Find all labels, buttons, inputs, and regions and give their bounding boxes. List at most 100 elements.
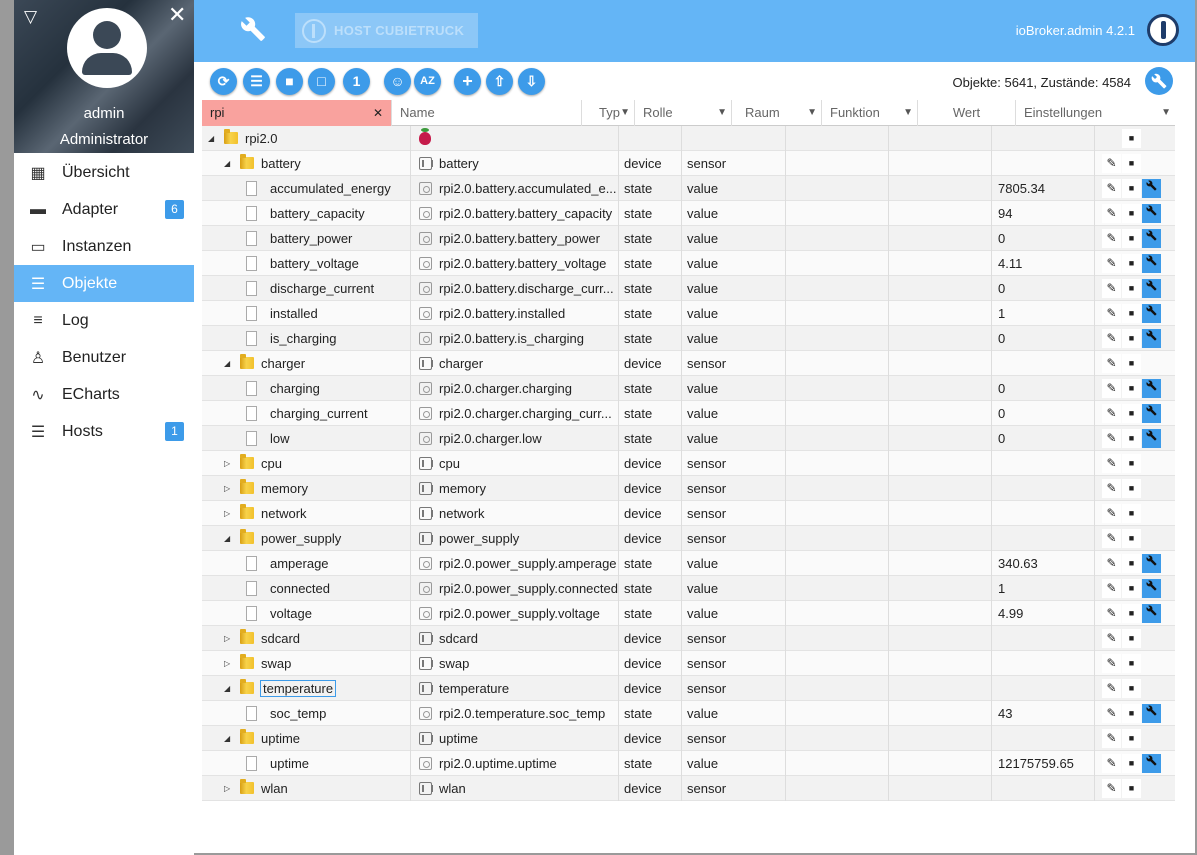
id-filter-input[interactable]: rpi ✕ (202, 100, 392, 126)
table-row[interactable]: ▷ sdcard sdcard device sensor ✎ ■ (202, 626, 1175, 651)
custom-settings-button[interactable] (1142, 379, 1161, 398)
edit-button[interactable]: ✎ (1102, 204, 1121, 223)
expand-icon[interactable]: ▷ (224, 776, 230, 801)
table-row[interactable]: voltage rpi2.0.power_supply.voltage state v… (202, 601, 1175, 626)
expand-icon[interactable]: ▷ (224, 451, 230, 476)
sidebar-item-hosts[interactable]: ☰ Hosts 1 (14, 413, 194, 450)
settings-wrench-button[interactable] (1145, 67, 1173, 95)
table-row[interactable]: ◢ charger charger device sensor ✎ ■ (202, 351, 1175, 376)
edit-button[interactable]: ✎ (1102, 554, 1121, 573)
custom-settings-button[interactable] (1142, 179, 1161, 198)
add-object-button[interactable]: + (454, 68, 481, 95)
edit-button[interactable]: ✎ (1102, 154, 1121, 173)
custom-settings-button[interactable] (1142, 254, 1161, 273)
table-row[interactable]: ◢ rpi2.0 ■ (202, 126, 1175, 151)
delete-button[interactable]: ■ (1122, 229, 1141, 248)
sidebar-item-adapter[interactable]: ▬ Adapter 6 (14, 191, 194, 228)
edit-button[interactable]: ✎ (1102, 579, 1121, 598)
custom-settings-button[interactable] (1142, 304, 1161, 323)
delete-button[interactable]: ■ (1122, 479, 1141, 498)
table-row[interactable]: charging rpi2.0.charger.charging state valu… (202, 376, 1175, 401)
delete-button[interactable]: ■ (1122, 204, 1141, 223)
delete-button[interactable]: ■ (1122, 654, 1141, 673)
delete-button[interactable]: ■ (1122, 629, 1141, 648)
delete-button[interactable]: ■ (1122, 454, 1141, 473)
delete-button[interactable]: ■ (1122, 179, 1141, 198)
custom-settings-button[interactable] (1142, 429, 1161, 448)
delete-button[interactable]: ■ (1122, 529, 1141, 548)
table-row[interactable]: ◢ uptime uptime device sensor ✎ ■ (202, 726, 1175, 751)
edit-button[interactable]: ✎ (1102, 329, 1121, 348)
table-row[interactable]: charging_current rpi2.0.charger.charging_… (202, 401, 1175, 426)
custom-settings-button[interactable] (1142, 404, 1161, 423)
edit-button[interactable]: ✎ (1102, 704, 1121, 723)
delete-button[interactable]: ■ (1122, 129, 1141, 148)
delete-button[interactable]: ■ (1122, 604, 1141, 623)
collapse-icon[interactable]: ◢ (224, 676, 230, 701)
delete-button[interactable]: ■ (1122, 679, 1141, 698)
table-row[interactable]: soc_temp rpi2.0.temperature.soc_temp state… (202, 701, 1175, 726)
menu-toggle-icon[interactable]: ▽ (24, 7, 37, 27)
settings-filter[interactable]: Einstellungen ▼ (1016, 100, 1175, 126)
delete-button[interactable]: ■ (1122, 154, 1141, 173)
table-row[interactable]: ◢ temperature temperature device sensor ✎ ■ (202, 676, 1175, 701)
sidebar-item-übersicht[interactable]: ▦ Übersicht (14, 154, 194, 191)
close-icon[interactable]: ✕ (168, 2, 186, 28)
edit-button[interactable]: ✎ (1102, 354, 1121, 373)
table-row[interactable]: ▷ wlan wlan device sensor ✎ ■ (202, 776, 1175, 801)
expert-mode-button[interactable]: ☺ (384, 68, 411, 95)
collapse-icon[interactable]: ◢ (224, 351, 230, 376)
delete-button[interactable]: ■ (1122, 579, 1141, 598)
expand-icon[interactable]: ▷ (224, 501, 230, 526)
table-row[interactable]: battery_capacity rpi2.0.battery.battery_c… (202, 201, 1175, 226)
table-row[interactable]: low rpi2.0.charger.low state value 0 ✎ ■ (202, 426, 1175, 451)
delete-button[interactable]: ■ (1122, 379, 1141, 398)
sidebar-item-instanzen[interactable]: ▭ Instanzen (14, 228, 194, 265)
sidebar-item-objekte[interactable]: ☰ Objekte (14, 265, 194, 302)
table-row[interactable]: accumulated_energy rpi2.0.battery.accumul… (202, 176, 1175, 201)
refresh-button[interactable]: ⟳ (210, 68, 237, 95)
collapse-icon[interactable]: ◢ (224, 151, 230, 176)
table-row[interactable]: ▷ memory memory device sensor ✎ ■ (202, 476, 1175, 501)
delete-button[interactable]: ■ (1122, 754, 1141, 773)
custom-settings-button[interactable] (1142, 704, 1161, 723)
sidebar-item-echarts[interactable]: ∿ ECharts (14, 376, 194, 413)
edit-button[interactable]: ✎ (1102, 229, 1121, 248)
name-filter[interactable]: Name (392, 100, 582, 126)
list-view-button[interactable]: ☰ (243, 68, 270, 95)
edit-button[interactable]: ✎ (1102, 729, 1121, 748)
table-row[interactable]: battery_power rpi2.0.battery.battery_powe… (202, 226, 1175, 251)
upload-button[interactable]: ⇧ (486, 68, 513, 95)
collapse-icon[interactable]: ◢ (224, 526, 230, 551)
edit-button[interactable]: ✎ (1102, 254, 1121, 273)
type-filter[interactable]: Typ ▼ (582, 100, 635, 126)
edit-button[interactable]: ✎ (1102, 379, 1121, 398)
delete-button[interactable]: ■ (1122, 279, 1141, 298)
edit-button[interactable]: ✎ (1102, 529, 1121, 548)
delete-button[interactable]: ■ (1122, 404, 1141, 423)
collapse-folder-button[interactable]: ■ (276, 68, 303, 95)
edit-button[interactable]: ✎ (1102, 629, 1121, 648)
table-row[interactable]: uptime rpi2.0.uptime.uptime state value 1217… (202, 751, 1175, 776)
expand-icon[interactable]: ▷ (224, 651, 230, 676)
custom-settings-button[interactable] (1142, 754, 1161, 773)
host-selector[interactable]: HOST CUBIETRUCK (295, 13, 478, 48)
function-filter[interactable]: Funktion ▼ (822, 100, 918, 126)
sidebar-item-log[interactable]: ≡ Log (14, 302, 194, 339)
custom-settings-button[interactable] (1142, 329, 1161, 348)
delete-button[interactable]: ■ (1122, 704, 1141, 723)
table-row[interactable]: ▷ network network device sensor ✎ ■ (202, 501, 1175, 526)
wrench-icon[interactable] (240, 16, 266, 42)
table-row[interactable]: ▷ cpu cpu device sensor ✎ ■ (202, 451, 1175, 476)
delete-button[interactable]: ■ (1122, 554, 1141, 573)
custom-settings-button[interactable] (1142, 579, 1161, 598)
table-row[interactable]: connected rpi2.0.power_supply.connected st… (202, 576, 1175, 601)
expand-level-button[interactable]: 1 (343, 68, 370, 95)
custom-settings-button[interactable] (1142, 204, 1161, 223)
delete-button[interactable]: ■ (1122, 729, 1141, 748)
delete-button[interactable]: ■ (1122, 304, 1141, 323)
table-row[interactable]: battery_voltage rpi2.0.battery.battery_vo… (202, 251, 1175, 276)
delete-button[interactable]: ■ (1122, 429, 1141, 448)
collapse-icon[interactable]: ◢ (208, 126, 214, 151)
custom-settings-button[interactable] (1142, 229, 1161, 248)
